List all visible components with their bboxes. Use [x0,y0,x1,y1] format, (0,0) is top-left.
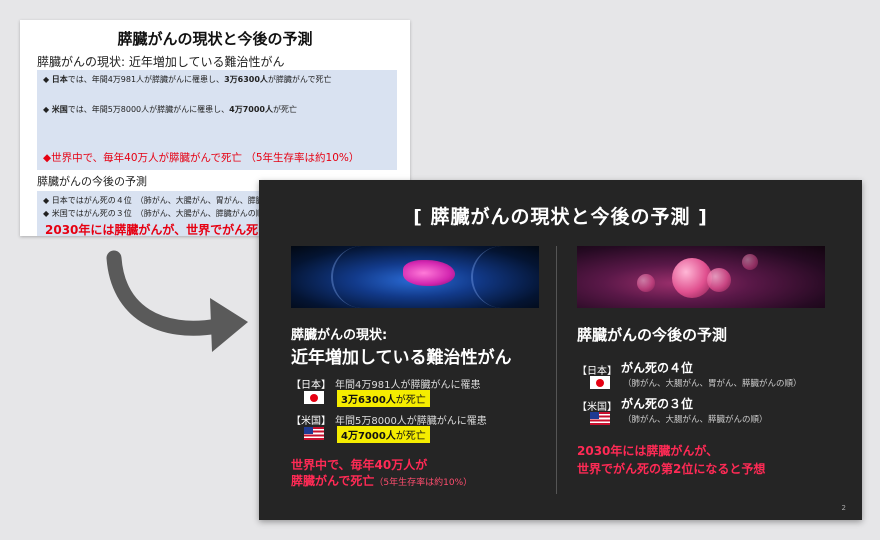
line-text: では、年間5万8000人が膵臓がんに罹患し、 [67,105,230,114]
pancreas-image [291,246,539,308]
japan-deaths-highlight: 3万6300人が死亡 [337,390,430,407]
before-line-us: ◆ 米国では、年間5万8000人が膵臓がんに罹患し、4万7000人が死亡 [43,104,297,115]
japan-label: 【日本】 [291,380,331,391]
us-rank-detail: （肺がん、大腸がん、膵臓がんの順） [623,415,768,425]
forecast-line1: 2030年には膵臓がんが、 [577,444,719,458]
line-text: が膵臓がんで死亡 [267,75,332,84]
japan-flag-icon [304,391,324,404]
japan-rank-detail: （肺がん、大腸がん、胃がん、膵臓がんの順） [623,379,802,389]
us-flag-icon [590,412,610,425]
cell-shape [707,268,731,292]
current-heading-large: 近年増加している難治性がん [291,348,512,368]
cell-shape [672,258,712,298]
world-deaths-text: 膵臓がんで死亡 [291,474,375,488]
before-subtitle-forecast: 膵臓がんの今後の予測 [37,175,147,188]
before-line-japan: ◆ 日本では、年間4万981人が膵臓がんに罹患し、3万6300人が膵臓がんで死亡 [43,74,332,85]
us-rank: がん死の３位 [621,397,694,411]
us-flag-icon [304,427,324,440]
highlight-rest: が死亡 [395,395,426,406]
after-slide: [ 膵臓がんの現状と今後の予測 ] 膵臓がんの現状: 近年増加している難治性がん… [259,180,862,520]
forecast-line2: 世界でがん死の第2位になると予想 [577,462,766,476]
cancer-cells-image [577,246,825,308]
highlight-bold: 4万7000人 [341,431,396,442]
us-deaths-highlight: 4万7000人が死亡 [337,426,430,443]
rib-shape [471,246,533,308]
before-line-rank-us: ◆ 米国ではがん死の３位 （肺がん、大腸がん、膵臓がんの順） [43,209,272,218]
bullet: ◆ [43,75,50,84]
pancreas-organ [403,260,455,286]
line-bold: 3万6300人 [224,75,268,84]
us-label: 【米国】 [577,402,617,413]
line-bold: 4万7000人 [229,105,273,114]
before-current-box: ◆ 日本では、年間4万981人が膵臓がんに罹患し、3万6300人が膵臓がんで死亡… [37,70,397,170]
current-heading-small: 膵臓がんの現状: [291,328,388,343]
world-deaths-line2: 膵臓がんで死亡（5年生存率は約10%） [291,472,472,489]
country-label: 米国 [51,105,68,114]
forecast-heading: 膵臓がんの今後の予測 [577,326,728,344]
column-divider [556,246,557,494]
us-label: 【米国】 [291,416,331,427]
before-subtitle-current: 膵臓がんの現状: 近年増加している難治性がん [37,55,285,69]
japan-flag-icon [590,376,610,389]
country-label: 日本 [51,75,68,84]
world-deaths-line1: 世界中で、毎年40万人が [291,458,428,472]
bullet: ◆ [43,105,50,114]
us-incidence: 年間5万8000人が膵臓がんに罹患 [335,416,487,427]
cell-shape [742,254,758,270]
before-title: 膵臓がんの現状と今後の予測 [117,30,313,48]
curved-arrow-icon [106,250,248,352]
line-text: では、年間4万981人が膵臓がんに罹患し、 [67,75,225,84]
rib-shape [331,246,393,308]
page-number: 2 [841,504,846,512]
japan-incidence: 年間4万981人が膵臓がんに罹患 [335,380,481,391]
line-text: が死亡 [273,105,297,114]
before-red-line: ◆世界中で、毎年40万人が膵臓がんで死亡 （5年生存率は約10%） [43,152,360,164]
after-title: [ 膵臓がんの現状と今後の予測 ] [413,206,708,228]
japan-rank: がん死の４位 [621,361,694,375]
highlight-rest: が死亡 [395,431,426,442]
cell-shape [637,274,655,292]
highlight-bold: 3万6300人 [341,395,396,406]
survival-rate-note: （5年生存率は約10%） [374,478,473,488]
japan-label: 【日本】 [577,366,617,377]
